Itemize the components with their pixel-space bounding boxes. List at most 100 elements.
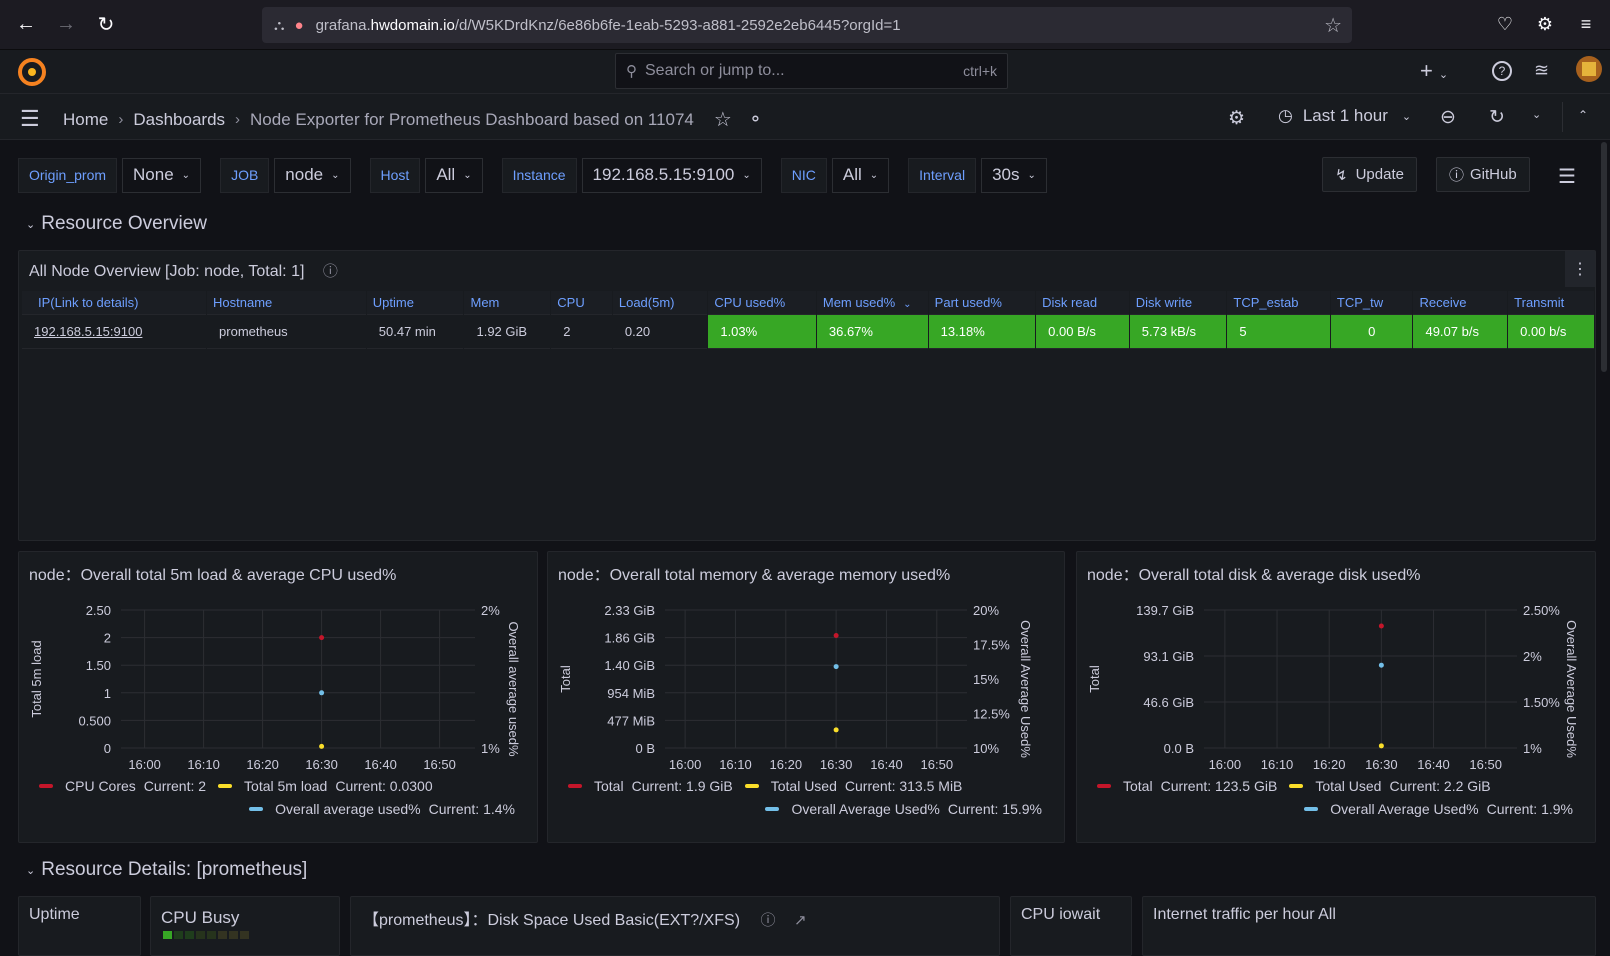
legend-item[interactable]: Overall Average Used% Current: 1.9%: [1304, 801, 1573, 817]
column-header[interactable]: Part used%: [928, 291, 1036, 315]
refresh-interval-chevron-icon[interactable]: ⌄: [1532, 108, 1541, 121]
address-bar[interactable]: ⛬ ● grafana. hwdomain.io/d/W5KDrdKnz/6e86…: [262, 7, 1352, 43]
column-header[interactable]: Mem: [464, 291, 551, 315]
legend-label: Overall Average Used%: [791, 801, 940, 817]
legend-item[interactable]: Overall Average Used% Current: 15.9%: [765, 801, 1042, 817]
var-label-interval: Interval: [908, 157, 977, 193]
column-header[interactable]: Load(5m): [612, 291, 708, 315]
ip-link[interactable]: 192.168.5.15:9100: [22, 315, 207, 349]
table-cell: 13.18%: [928, 315, 1036, 349]
bookmark-star-icon[interactable]: ☆: [1324, 13, 1342, 38]
y2-tick-label: 2%: [1523, 649, 1542, 664]
column-header[interactable]: Disk read: [1036, 291, 1129, 315]
panel-menu-icon[interactable]: ⋮: [1565, 251, 1595, 287]
y-axis-label: Total: [1087, 665, 1102, 693]
add-new-button[interactable]: + ⌄: [1420, 58, 1448, 84]
legend-item[interactable]: Total 5m load Current: 0.0300: [218, 778, 433, 794]
back-icon[interactable]: ←: [6, 5, 46, 45]
external-link-icon[interactable]: ↗: [794, 912, 807, 929]
chart-plot-disk[interactable]: 139.7 GiB 93.1 GiB 46.6 GiB 0.0 B 2.50% 2% 1.5…: [1077, 586, 1597, 796]
var-select-instance[interactable]: 192.168.5.15:9100 ⌄: [581, 157, 762, 193]
chart-plot-memory[interactable]: 2.33 GiB 1.86 GiB 1.40 GiB 954 MiB 477 MiB 0 …: [548, 586, 1066, 796]
x-tick-label: 16:10: [719, 757, 752, 772]
menu-toggle-icon[interactable]: ☰: [20, 106, 40, 132]
legend-item[interactable]: Total Used Current: 313.5 MiB: [744, 778, 962, 794]
column-header[interactable]: Uptime: [366, 291, 464, 315]
chart-plot-load-cpu[interactable]: 2.50 2 1.50 1 0.500 0 2% 1% 16:00 16:10 16:20 16:30…: [19, 586, 539, 796]
table-cell: 5.73 kB/s: [1129, 315, 1227, 349]
time-picker[interactable]: ◷ Last 1 hour ⌄: [1278, 106, 1411, 126]
help-circle-icon: ⓘ: [1449, 167, 1465, 184]
grafana-logo-icon[interactable]: [18, 58, 46, 86]
var-select-interval[interactable]: 30s ⌄: [981, 157, 1047, 193]
refresh-icon[interactable]: ↻: [1489, 106, 1505, 129]
url-host: hwdomain.io: [370, 16, 455, 34]
avatar[interactable]: [1576, 56, 1602, 82]
help-icon[interactable]: ?: [1492, 61, 1512, 81]
var-select-job[interactable]: node ⌄: [274, 157, 351, 193]
column-header[interactable]: Hostname: [207, 291, 366, 315]
pocket-icon[interactable]: ♡: [1495, 14, 1515, 34]
chart-legend-row: Overall Average Used% Current: 1.9%: [1304, 801, 1585, 817]
breadcrumb-separator: ›: [235, 111, 241, 128]
y-tick-label: 2: [104, 631, 111, 646]
search-shortcut: ctrl+k: [963, 63, 997, 79]
column-header[interactable]: TCP_tw: [1330, 291, 1413, 315]
data-point: [833, 632, 839, 638]
legend-item[interactable]: Total Current: 123.5 GiB: [1097, 778, 1277, 794]
forward-icon[interactable]: →: [46, 5, 86, 45]
legend-item[interactable]: Total Current: 1.9 GiB: [568, 778, 733, 794]
x-tick-label: 16:30: [305, 757, 338, 772]
panel-title: 【prometheus】：Disk Space Used Basic(EXT?/…: [363, 912, 807, 929]
table-cell: 2: [551, 315, 612, 349]
y2-axis-label: Overall average used%: [506, 621, 521, 757]
collapse-chevron-up-icon[interactable]: ⌃: [1578, 108, 1588, 122]
y-tick-label: 0.0 B: [1164, 741, 1194, 756]
row-resource-overview[interactable]: ⌄ Resource Overview: [26, 213, 207, 235]
breadcrumb-home[interactable]: Home: [63, 110, 108, 130]
legend-swatch: [744, 784, 759, 788]
column-header[interactable]: IP(Link to details): [22, 291, 207, 315]
legend-current-value: Current: 1.9%: [1486, 801, 1573, 817]
reload-icon[interactable]: ↻: [86, 5, 126, 45]
settings-gear-icon[interactable]: ⚙: [1228, 107, 1245, 130]
update-link-button[interactable]: ↯ Update: [1322, 157, 1417, 192]
row-resource-details[interactable]: ⌄ Resource Details: [prometheus]: [26, 859, 307, 881]
data-point: [319, 690, 325, 696]
divider: [1562, 102, 1563, 132]
var-select-nic[interactable]: All ⌄: [831, 157, 890, 193]
share-icon[interactable]: ⚬: [748, 109, 763, 130]
column-header[interactable]: Disk write: [1129, 291, 1227, 315]
column-header[interactable]: Mem used% ⌄: [816, 291, 928, 315]
column-header[interactable]: CPU used%: [708, 291, 816, 315]
x-tick-label: 16:00: [669, 757, 702, 772]
menu-icon[interactable]: ≡: [1576, 14, 1596, 34]
favorite-star-icon[interactable]: ☆: [714, 107, 732, 132]
y-tick-label: 0: [104, 741, 111, 756]
var-select-origin-prom[interactable]: None ⌄: [122, 157, 202, 193]
page-scrollbar[interactable]: [1601, 142, 1607, 372]
search-input[interactable]: ⚲ Search or jump to... ctrl+k: [615, 53, 1008, 89]
row-title: Resource Details: [prometheus]: [41, 859, 308, 880]
data-point: [833, 664, 839, 670]
breadcrumb-dashboards[interactable]: Dashboards: [133, 110, 225, 130]
news-rss-icon[interactable]: ≊: [1534, 60, 1549, 81]
legend-item[interactable]: CPU Cores Current: 2: [39, 778, 206, 794]
info-icon[interactable]: ⓘ: [323, 263, 338, 280]
legend-item[interactable]: Total Used Current: 2.2 GiB: [1289, 778, 1491, 794]
column-header[interactable]: TCP_estab: [1227, 291, 1330, 315]
chevron-down-icon: ⌄: [26, 218, 36, 231]
column-header[interactable]: Receive: [1413, 291, 1508, 315]
extensions-icon[interactable]: ⚙: [1535, 14, 1555, 34]
column-header[interactable]: Transmit: [1508, 291, 1594, 315]
legend-item[interactable]: Overall average used% Current: 1.4%: [249, 801, 515, 817]
column-header[interactable]: CPU: [551, 291, 612, 315]
table-cell: 36.67%: [816, 315, 928, 349]
zoom-out-icon[interactable]: ⊖: [1440, 106, 1456, 129]
y-tick-label: 1.50: [86, 658, 111, 673]
info-icon[interactable]: ⓘ: [760, 912, 775, 929]
var-select-host[interactable]: All ⌄: [425, 157, 483, 193]
y-tick-label: 1.86 GiB: [604, 631, 655, 646]
dashboard-menu-icon[interactable]: ☰: [1558, 164, 1576, 189]
github-link-button[interactable]: ⓘ GitHub: [1436, 157, 1530, 192]
